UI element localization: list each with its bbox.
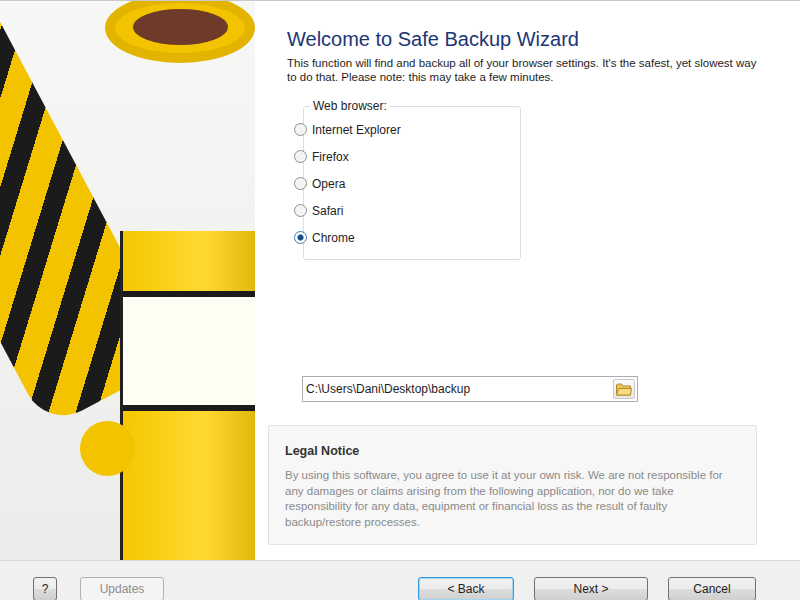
browser-radio[interactable] [294,204,307,217]
wizard-button-label[interactable]: Next > [573,582,608,596]
browser-radio[interactable] [294,150,307,163]
wizard-button-label: Updates [100,582,145,596]
wizard-button-label[interactable]: Cancel [693,582,730,596]
button-frame: Next > [534,577,648,600]
backup-path-field [302,376,638,402]
browser-radio[interactable] [294,177,307,190]
wizard-button-label[interactable]: ? [42,582,49,596]
wizard-button[interactable]: Next > [534,577,648,600]
wizard-button[interactable]: ? [33,577,57,600]
browser-group-label: Web browser: [310,100,390,112]
wizard-description: This function will find and backup all o… [287,56,757,84]
browser-option[interactable]: Safari [312,197,512,224]
wizard-button[interactable]: Cancel [668,577,756,600]
browser-option-label[interactable]: Firefox [312,148,349,166]
browser-radio[interactable] [294,123,307,136]
wizard-button[interactable]: < Back [418,577,514,600]
backup-path-input[interactable] [303,378,613,400]
button-frame: < Back [418,577,514,600]
button-frame: Updates [80,577,164,600]
browser-option-label[interactable]: Safari [312,202,343,220]
browser-option-label[interactable]: Internet Explorer [312,121,401,139]
wizard-button-label[interactable]: < Back [447,582,484,596]
wizard-button: Updates [80,577,164,600]
browser-option[interactable]: Firefox [312,143,512,170]
browser-option-label[interactable]: Opera [312,175,345,193]
legal-notice: Legal Notice By using this software, you … [268,425,757,545]
button-frame: ? [33,577,57,600]
browser-radio[interactable] [294,231,307,244]
button-frame: Cancel [668,577,756,600]
legal-notice-text: By using this software, you agree to use… [285,468,740,530]
wizard-body: Welcome to Safe Backup Wizard This functi… [0,0,800,560]
legal-notice-title: Legal Notice [285,442,740,461]
folder-icon [616,383,632,396]
wizard-title: Welcome to Safe Backup Wizard [287,27,757,51]
browser-option[interactable]: Opera [312,170,512,197]
browser-option-label[interactable]: Chrome [312,229,355,247]
wizard-header: Welcome to Safe Backup Wizard This functi… [268,27,757,84]
browser-group: Web browser: Internet Explorer Firefox Oper… [303,100,521,260]
button-bar: ? Updates < Back Next > Cancel [0,560,800,600]
left-buttons: ? Updates [33,577,164,600]
banner-image [0,1,255,560]
browser-option[interactable]: Internet Explorer [312,116,512,143]
browse-folder-button[interactable] [613,379,635,399]
content-panel: Welcome to Safe Backup Wizard This functi… [255,1,800,560]
browser-option[interactable]: Chrome [312,224,512,251]
right-buttons: < Back Next > Cancel [418,577,756,600]
